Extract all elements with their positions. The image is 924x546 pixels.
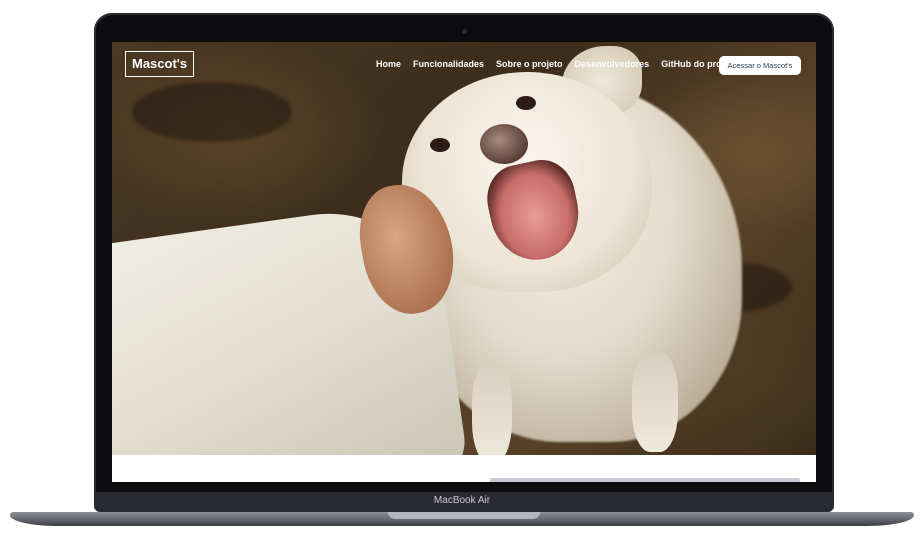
- hero-image: [112, 42, 816, 455]
- nav-link-home[interactable]: Home: [376, 59, 401, 69]
- website-viewport: Mascot's Home Funcionalidades Sobre o pr…: [112, 42, 816, 482]
- site-logo[interactable]: Mascot's: [125, 51, 195, 77]
- dog-leg: [632, 352, 678, 452]
- access-mascots-button[interactable]: Acessar o Mascot's: [719, 56, 801, 75]
- device-label: MacBook Air: [433, 495, 491, 506]
- dog-nose: [480, 124, 528, 164]
- nav-link-sobre[interactable]: Sobre o projeto: [496, 59, 563, 69]
- laptop-notch: [388, 512, 540, 519]
- section-preview-bar: [490, 478, 800, 482]
- dog-leg: [472, 362, 512, 455]
- nav-links: Home Funcionalidades Sobre o projeto Des…: [376, 59, 738, 69]
- dog-eye: [430, 138, 450, 152]
- nav-link-desenvolvedores[interactable]: Desenvolvedores: [575, 59, 650, 69]
- site-navbar: Mascot's Home Funcionalidades Sobre o pr…: [112, 42, 816, 92]
- camera-icon: [462, 29, 467, 34]
- dog-eye: [516, 96, 536, 110]
- nav-link-funcionalidades[interactable]: Funcionalidades: [413, 59, 484, 69]
